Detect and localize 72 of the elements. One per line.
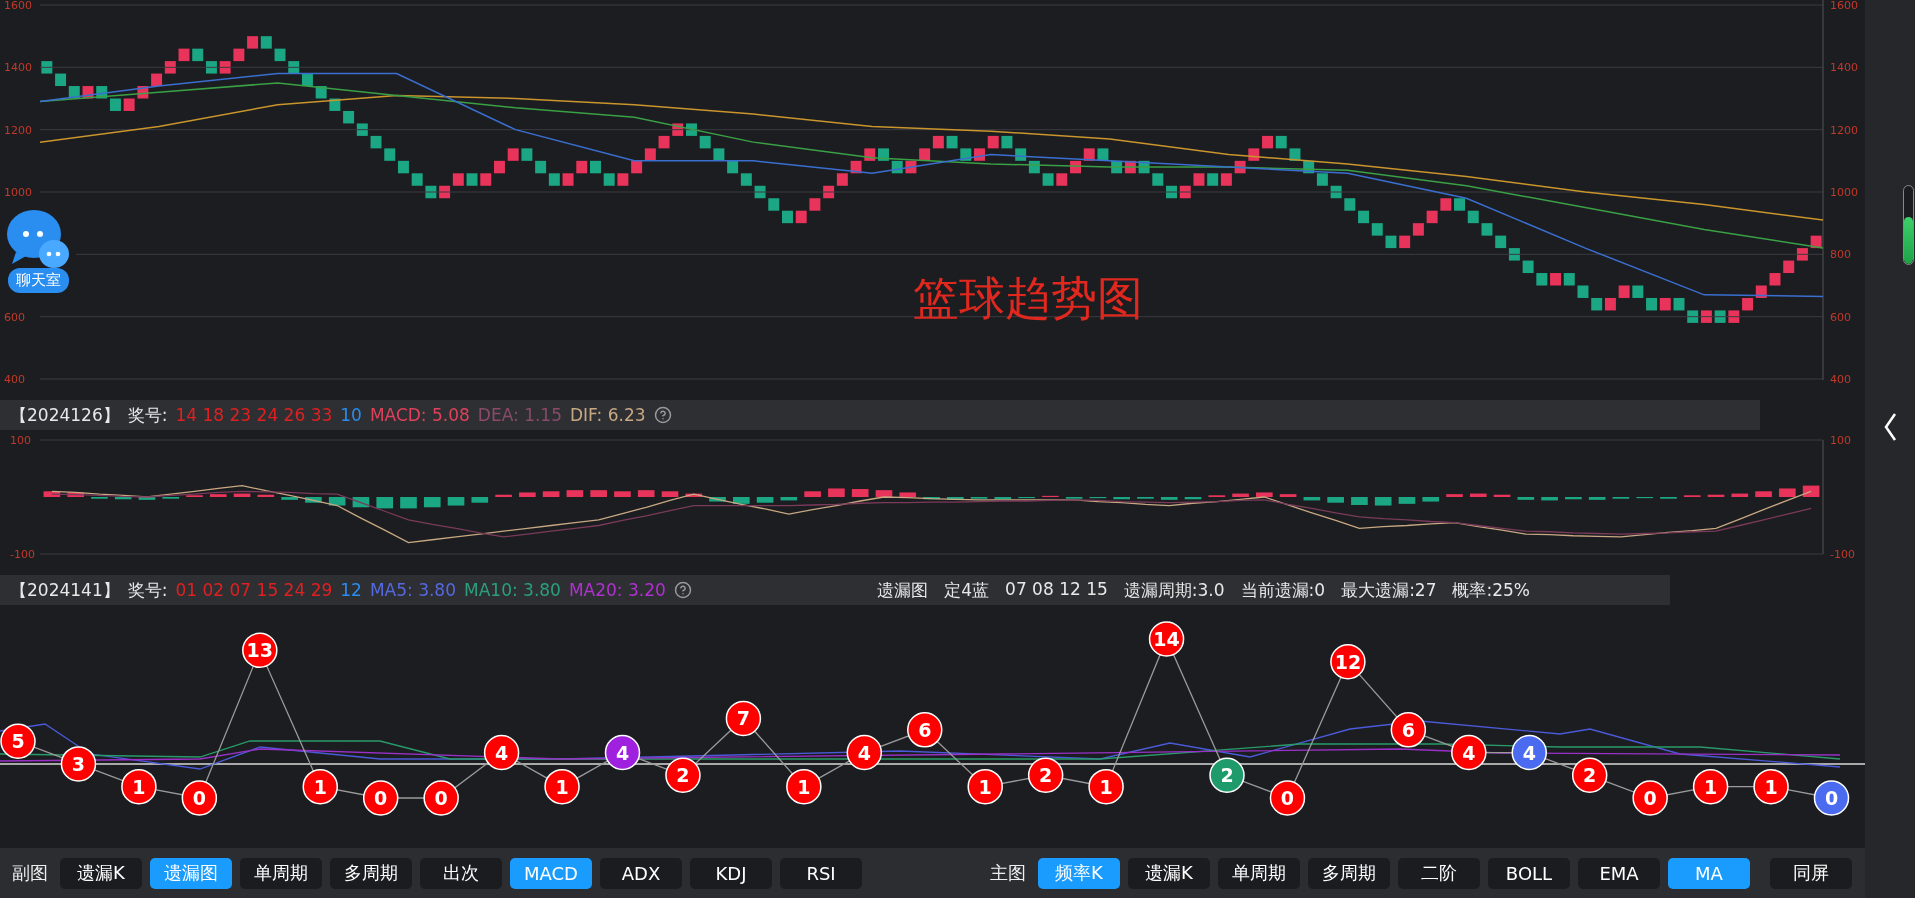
summary-text: 概率:25%	[1452, 578, 1530, 602]
omission-marker: 1	[1753, 768, 1789, 805]
issue-number: 【2024141】	[10, 578, 120, 602]
omission-marker: 1	[121, 768, 157, 805]
omission-marker: 3	[60, 746, 97, 782]
axis-label: 1400	[4, 61, 32, 75]
omission-marker: 1	[786, 768, 822, 805]
omission-marker: 2	[665, 757, 701, 794]
omission-marker: 2	[1571, 757, 1608, 794]
omission-marker: 7	[725, 700, 762, 737]
winning-numbers: 01 02 07 15 24 29	[175, 580, 333, 600]
main-chart-label: 主图	[990, 861, 1026, 885]
axis-label: 1200	[4, 123, 32, 137]
indicator-value: MA5: 3.80	[369, 580, 456, 600]
omission-marker: 0	[1269, 780, 1306, 816]
omission-marker: 0	[423, 780, 459, 816]
omission-marker: 0	[1813, 780, 1850, 816]
omission-marker: 4	[846, 734, 883, 771]
omission-marker: 6	[907, 712, 943, 748]
omission-marker: 0	[1632, 780, 1668, 816]
indicator-value: MACD: 5.08	[369, 405, 470, 425]
axis-label: 1000	[4, 186, 32, 199]
winning-numbers: 14 18 23 24 26 33	[175, 405, 333, 425]
indicator-value: DIF: 6.23	[570, 405, 646, 425]
omission-marker: 1	[1692, 768, 1729, 805]
chart-title: 篮球趋势图	[913, 270, 1143, 327]
sub-chart-label: 副图	[12, 861, 48, 885]
omission-marker: 12	[1330, 643, 1366, 680]
axis-label: 400	[1830, 373, 1851, 386]
omission-marker: 5	[0, 723, 36, 759]
axis-label: 600	[4, 310, 25, 324]
axis-label: 1600	[1830, 0, 1858, 12]
summary-text: 定4蓝	[944, 578, 990, 602]
omission-marker: 4	[1511, 734, 1547, 771]
indicator-value: MA10: 3.80	[464, 580, 561, 600]
summary-text: 07 08 12 15	[1005, 578, 1108, 601]
omission-marker: 4	[1451, 734, 1487, 771]
omission-marker: 2	[1027, 757, 1064, 794]
axis-label: 1000	[1830, 186, 1858, 199]
issue-number: 【2024126】	[10, 403, 120, 427]
summary-text: 最大遗漏:27	[1341, 578, 1437, 602]
omission-marker: 1	[1088, 768, 1124, 805]
axis-label: 600	[1830, 310, 1851, 324]
omission-marker: 1	[967, 768, 1003, 805]
summary-text: 遗漏周期:3.0	[1123, 578, 1225, 602]
indicator-value: DEA: 1.15	[477, 405, 562, 425]
axis-label: 100	[10, 434, 31, 447]
omission-marker: 4	[604, 734, 641, 771]
axis-label: -100	[1830, 548, 1855, 561]
summary-text: 遗漏图	[877, 578, 929, 602]
axis-label: 100	[1830, 434, 1851, 447]
omission-marker: 13	[242, 632, 278, 669]
axis-label: 1600	[4, 0, 32, 12]
axis-label: -100	[10, 548, 35, 561]
bonus-number: 10	[340, 405, 362, 425]
axis-label: 1200	[1830, 123, 1858, 137]
bonus-number: 12	[340, 580, 362, 600]
axis-label: 400	[4, 373, 25, 386]
omission-marker: 0	[362, 780, 399, 816]
axis-label: 1400	[1830, 61, 1858, 75]
prize-label: 奖号:	[127, 403, 168, 427]
omission-marker: 4	[483, 734, 520, 771]
omission-marker: 14	[1148, 621, 1185, 657]
indicator-value: MA20: 3.20	[568, 580, 666, 600]
omission-marker: 1	[544, 768, 580, 805]
summary-text: 当前遗漏:0	[1240, 578, 1326, 602]
omission-marker: 1	[302, 768, 338, 805]
omission-marker: 6	[1390, 712, 1427, 748]
omission-marker: 2	[1209, 757, 1245, 794]
omission-marker: 0	[181, 780, 218, 816]
prize-label: 奖号:	[127, 578, 168, 602]
axis-label: 800	[1830, 248, 1851, 262]
